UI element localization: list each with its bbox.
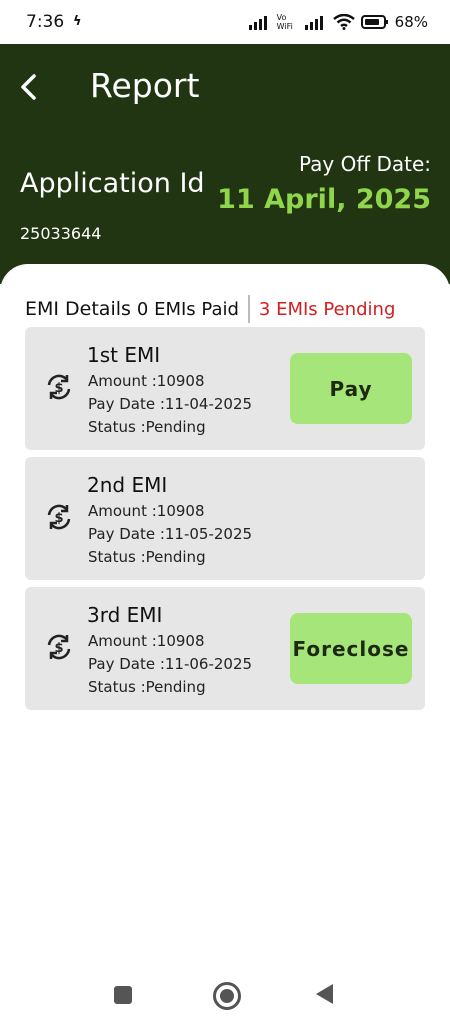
signal-icon xyxy=(248,16,267,30)
emi-card: $ 3rd EMI Amount :10908 Pay Date :11-06-… xyxy=(25,587,425,710)
foreclose-button[interactable]: Foreclose xyxy=(290,613,412,684)
emi-sheet: EMI Details 0 EMIs Paid 3 EMIs Pending $… xyxy=(0,264,450,1024)
page-title: Report xyxy=(90,66,200,105)
status-label: Status : xyxy=(88,678,146,696)
pay-date-value: 11-04-2025 xyxy=(164,395,253,413)
payoff-date-value: 11 April, 2025 xyxy=(217,184,431,215)
pay-button[interactable]: Pay xyxy=(290,353,412,424)
emi-date-row: Pay Date :11-04-2025 xyxy=(88,395,252,413)
emi-status-row: Status :Pending xyxy=(88,548,206,566)
battery-icon xyxy=(360,15,388,29)
amount-value: 10908 xyxy=(156,502,205,520)
pay-date-label: Pay Date : xyxy=(88,395,165,413)
currency-refresh-icon: $ xyxy=(47,504,71,530)
status-icons: Vo WiFi 68% xyxy=(248,10,428,34)
wifi-icon xyxy=(332,14,355,30)
status-value: Pending xyxy=(145,548,206,566)
charging-bolt-icon: ϟ xyxy=(73,14,82,29)
emi-title: 2nd EMI xyxy=(87,473,168,497)
currency-refresh-icon: $ xyxy=(47,374,71,400)
home-dot xyxy=(220,989,234,1003)
square-icon[interactable] xyxy=(114,986,132,1004)
emi-amount-row: Amount :10908 xyxy=(88,632,205,650)
emi-date-row: Pay Date :11-06-2025 xyxy=(88,655,252,673)
status-value: Pending xyxy=(145,418,206,436)
arrow-left-icon xyxy=(21,74,36,100)
pay-date-value: 11-06-2025 xyxy=(164,655,253,673)
emi-amount-row: Amount :10908 xyxy=(88,372,205,390)
pay-date-value: 11-05-2025 xyxy=(164,525,253,543)
system-nav-bar xyxy=(0,968,450,1024)
svg-text:$: $ xyxy=(54,381,63,396)
payoff-date-label: Pay Off Date: xyxy=(298,152,431,176)
emi-details-label: EMI Details xyxy=(25,298,131,320)
emi-card: $ 2nd EMI Amount :10908 Pay Date :11-05-… xyxy=(25,457,425,580)
application-id-value: 25033644 xyxy=(20,224,102,243)
emis-pending-count: 3 EMIs Pending xyxy=(258,298,396,320)
svg-text:$: $ xyxy=(54,511,63,526)
emi-amount-row: Amount :10908 xyxy=(88,502,205,520)
emi-date-row: Pay Date :11-05-2025 xyxy=(88,525,252,543)
status-bar: 7:36 ϟ Vo WiFi 68% xyxy=(0,0,450,44)
emi-card: $ 1st EMI Amount :10908 Pay Date :11-04-… xyxy=(25,327,425,450)
pay-date-label: Pay Date : xyxy=(88,655,165,673)
emi-title: 3rd EMI xyxy=(87,603,163,627)
report-header: Report Application Id 25033644 Pay Off D… xyxy=(0,44,450,284)
emi-status-row: Status :Pending xyxy=(88,678,206,696)
status-value: Pending xyxy=(145,678,206,696)
emi-summary: EMI Details 0 EMIs Paid 3 EMIs Pending xyxy=(25,294,395,324)
status-label: Status : xyxy=(88,548,146,566)
emi-title: 1st EMI xyxy=(87,343,161,367)
emis-paid-count: 0 EMIs Paid xyxy=(136,298,239,320)
amount-value: 10908 xyxy=(156,632,205,650)
amount-label: Amount : xyxy=(88,632,157,650)
amount-label: Amount : xyxy=(88,372,157,390)
signal-icon-2 xyxy=(304,16,323,30)
back-button[interactable] xyxy=(14,70,46,104)
clock: 7:36 xyxy=(26,12,65,32)
battery-percent: 68% xyxy=(394,13,428,31)
summary-divider xyxy=(247,295,250,323)
pay-date-label: Pay Date : xyxy=(88,525,165,543)
svg-text:$: $ xyxy=(54,641,63,656)
status-label: Status : xyxy=(88,418,146,436)
emi-status-row: Status :Pending xyxy=(88,418,206,436)
amount-value: 10908 xyxy=(156,372,205,390)
amount-label: Amount : xyxy=(88,502,157,520)
currency-refresh-icon: $ xyxy=(47,634,71,660)
application-id-label: Application Id xyxy=(20,168,205,199)
vowifi-label: Vo WiFi xyxy=(276,13,293,31)
triangle-back-icon[interactable] xyxy=(316,984,333,1004)
